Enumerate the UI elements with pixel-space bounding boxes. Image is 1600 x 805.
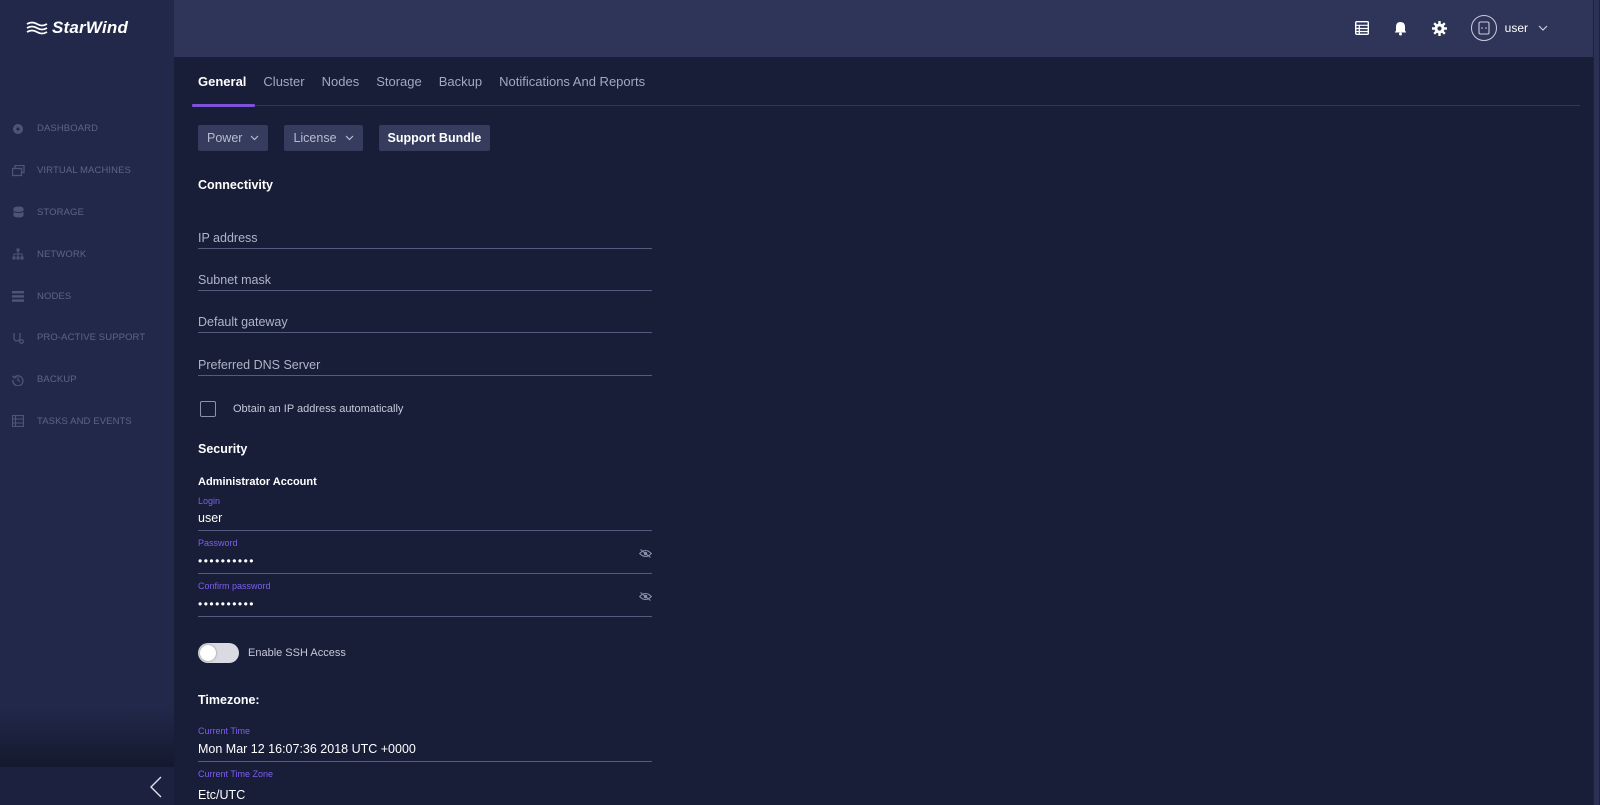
scrollbar-thumb[interactable]: [1594, 0, 1599, 805]
collapse-sidebar-button[interactable]: [144, 775, 168, 799]
current-time-field[interactable]: Current Time Mon Mar 12 16:07:36 2018 UT…: [198, 726, 652, 762]
tasks-list-icon[interactable]: [1351, 17, 1373, 39]
tab-backup[interactable]: Backup: [431, 57, 491, 106]
chevron-down-icon: [1538, 25, 1548, 31]
sidebar-item-tasks-and-events[interactable]: TASKS AND EVENTS: [0, 401, 174, 443]
dns-server-field[interactable]: Preferred DNS Server: [198, 348, 652, 376]
password-field[interactable]: Password ••••••••••: [198, 538, 653, 574]
top-bar: user: [174, 0, 1600, 57]
eye-slash-icon[interactable]: [638, 545, 653, 563]
support-icon: [11, 331, 25, 345]
auto-ip-label: Obtain an IP address automatically: [233, 403, 404, 415]
default-gateway-field[interactable]: Default gateway: [198, 305, 652, 333]
nodes-icon: [11, 289, 25, 303]
tab-general[interactable]: General: [191, 57, 256, 107]
user-menu[interactable]: user: [1470, 15, 1548, 41]
dashboard-icon: [11, 122, 25, 136]
login-field[interactable]: Login user: [198, 496, 652, 531]
subnet-mask-placeholder: Subnet mask: [198, 273, 271, 287]
auto-ip-checkbox[interactable]: [200, 401, 216, 417]
sidebar-item-label: NODES: [37, 290, 72, 302]
user-avatar-icon: [1478, 21, 1490, 35]
wind-icon: [26, 21, 48, 35]
support-bundle-button[interactable]: Support Bundle: [378, 125, 491, 151]
current-time-zone-value: Etc/UTC: [198, 788, 246, 802]
sidebar-item-label: TASKS AND EVENTS: [37, 415, 132, 427]
sidebar-item-virtual-machines[interactable]: VIRTUAL MACHINES: [0, 150, 174, 192]
confirm-password-field[interactable]: Confirm password ••••••••••: [198, 581, 653, 617]
sidebar-item-label: STORAGE: [37, 206, 84, 218]
network-icon: [11, 247, 25, 261]
current-time-value: Mon Mar 12 16:07:36 2018 UTC +0000: [198, 742, 416, 756]
current-time-label: Current Time: [198, 726, 251, 736]
confirm-password-value: ••••••••••: [198, 597, 256, 611]
auto-ip-option[interactable]: Obtain an IP address automatically: [198, 401, 403, 417]
action-buttons: Power License Support Bundle: [198, 125, 506, 151]
chevron-left-icon: [150, 776, 162, 798]
sidebar-item-label: NETWORK: [37, 248, 87, 260]
password-label: Password: [198, 538, 238, 548]
security-title: Security: [198, 442, 248, 456]
sidebar-item-pro-active-support[interactable]: PRO-ACTIVE SUPPORT: [0, 317, 174, 359]
tab-storage[interactable]: Storage: [368, 57, 431, 106]
license-label: License: [293, 131, 337, 145]
sidebar-item-label: DASHBOARD: [37, 123, 99, 135]
ip-address-placeholder: IP address: [198, 231, 258, 245]
ssh-access-label: Enable SSH Access: [248, 647, 346, 659]
current-time-zone-field[interactable]: Current Time Zone Etc/UTC: [198, 769, 652, 805]
eye-slash-icon[interactable]: [638, 588, 653, 606]
sidebar-item-backup[interactable]: BACKUP: [0, 359, 174, 401]
ssh-access-option: Enable SSH Access: [198, 643, 346, 663]
virtual-machines-icon: [11, 164, 25, 178]
brand-name: StarWind: [52, 18, 129, 37]
toggle-knob: [200, 645, 216, 661]
ip-address-field[interactable]: IP address: [198, 221, 652, 249]
password-value: ••••••••••: [198, 554, 256, 568]
login-value: user: [198, 511, 223, 525]
sidebar-item-label: PRO-ACTIVE SUPPORT: [37, 332, 146, 344]
dns-server-placeholder: Preferred DNS Server: [198, 358, 321, 372]
sidebar-item-dashboard[interactable]: DASHBOARD: [0, 108, 174, 150]
username: user: [1504, 21, 1528, 35]
tasks-icon: [11, 414, 25, 428]
tab-nodes[interactable]: Nodes: [314, 57, 369, 106]
administrator-account-title: Administrator Account: [198, 476, 317, 488]
power-label: Power: [207, 131, 243, 145]
login-label: Login: [198, 496, 221, 506]
ssh-access-toggle[interactable]: [198, 643, 239, 663]
starwind-logo[interactable]: StarWind: [26, 16, 128, 40]
confirm-password-label: Confirm password: [198, 581, 271, 591]
top-bar-actions: user: [1334, 12, 1548, 44]
storage-icon: [11, 205, 25, 219]
tab-bar: General Cluster Nodes Storage Backup Not…: [191, 57, 1580, 107]
sidebar-item-label: BACKUP: [37, 374, 77, 386]
tab-cluster[interactable]: Cluster: [255, 57, 313, 106]
sidebar-item-network[interactable]: NETWORK: [0, 233, 174, 275]
chevron-down-icon: [251, 135, 259, 141]
current-time-zone-label: Current Time Zone: [198, 769, 274, 779]
avatar: [1470, 15, 1497, 41]
tab-notifications-and-reports[interactable]: Notifications And Reports: [491, 57, 654, 106]
subnet-mask-field[interactable]: Subnet mask: [198, 263, 652, 291]
sidebar-fade: [0, 707, 174, 767]
bell-icon[interactable]: [1390, 17, 1412, 39]
scrollbar[interactable]: [1593, 0, 1600, 805]
sidebar-item-nodes[interactable]: NODES: [0, 275, 174, 317]
sidebar-item-storage[interactable]: STORAGE: [0, 192, 174, 234]
license-dropdown-button[interactable]: License: [284, 125, 363, 151]
sidebar: StarWind DASHBOARD VIRTUAL MACHINES STOR…: [0, 0, 174, 805]
power-dropdown-button[interactable]: Power: [198, 125, 269, 151]
connectivity-title: Connectivity: [198, 178, 274, 192]
sidebar-nav: DASHBOARD VIRTUAL MACHINES STORAGE NETWO…: [0, 108, 174, 442]
backup-icon: [11, 373, 25, 387]
timezone-title: Timezone:: [198, 693, 260, 707]
chevron-down-icon: [345, 135, 353, 141]
sidebar-item-label: VIRTUAL MACHINES: [37, 165, 131, 177]
gear-icon[interactable]: [1429, 17, 1451, 39]
default-gateway-placeholder: Default gateway: [198, 315, 288, 329]
sidebar-footer: [0, 767, 174, 805]
